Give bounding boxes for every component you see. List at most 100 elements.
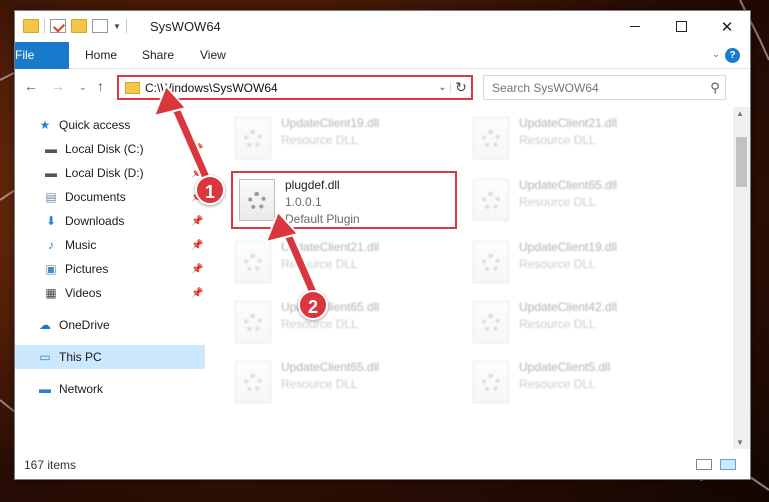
dll-file-icon — [239, 179, 275, 221]
new-folder-icon[interactable] — [71, 19, 87, 33]
file-item[interactable]: UpdateClient19.dll Resource DLL — [229, 111, 449, 167]
dll-file-icon — [235, 301, 271, 343]
file-name: UpdateClient19.dll — [519, 240, 618, 254]
file-description: Resource DLL — [519, 377, 596, 391]
sidebar-item-label: Network — [59, 382, 104, 396]
tab-home[interactable]: Home — [71, 42, 131, 69]
sidebar-item-label: Videos — [65, 286, 102, 300]
file-item[interactable]: UpdateClient21.dll Resource DLL — [229, 235, 449, 291]
separator — [125, 19, 127, 33]
file-description: Default Plugin — [285, 212, 360, 226]
file-item[interactable]: UpdateClient21.dll Resource DLL — [467, 111, 687, 167]
drive-icon: ▬ — [45, 166, 57, 180]
dll-file-icon — [473, 301, 509, 343]
dll-file-icon — [235, 361, 271, 403]
navigation-bar: ← → ⌄ ↑ C:\Windows\SysWOW64 ⌄ ↻ ⚲ — [15, 69, 750, 105]
documents-icon: ▤ — [45, 190, 57, 204]
tab-view[interactable]: View — [186, 42, 240, 69]
tab-share[interactable]: Share — [128, 42, 188, 69]
sidebar-item-network[interactable]: ▬ Network — [15, 377, 205, 401]
file-item[interactable]: UpdateClient5.dll Resource DLL — [467, 355, 687, 411]
sidebar-item-quick-access[interactable]: ★ Quick access — [15, 113, 205, 137]
file-name: UpdateClient21.dll — [281, 240, 380, 254]
dll-file-icon — [473, 179, 509, 221]
pin-icon: 📌 — [191, 239, 204, 251]
file-description: Resource DLL — [519, 133, 596, 147]
file-name: UpdateClient21.dll — [519, 116, 618, 130]
file-name: UpdateClient65.dll — [281, 300, 380, 314]
sidebar-item-videos[interactable]: ▦ Videos 📌 — [15, 281, 205, 305]
drive-icon: ▬ — [45, 142, 57, 156]
sidebar-item-local-disk-d[interactable]: ▬ Local Disk (D:) 📌 — [15, 161, 205, 185]
back-arrow-icon[interactable]: ← — [24, 78, 38, 94]
scroll-down-icon[interactable]: ▼ — [736, 438, 744, 447]
details-view-icon[interactable] — [696, 459, 712, 470]
dll-file-icon — [473, 117, 509, 159]
file-name: UpdateClient65.dll — [519, 178, 618, 192]
file-description: Resource DLL — [519, 257, 596, 271]
file-item[interactable]: UpdateClient65.dll Resource DLL — [229, 295, 449, 351]
dll-file-icon — [235, 241, 271, 283]
pin-icon: 📌 — [191, 143, 204, 155]
file-description: Resource DLL — [519, 317, 596, 331]
sidebar-item-label: OneDrive — [59, 318, 110, 332]
minimize-button[interactable] — [612, 11, 658, 42]
computer-icon: ▭ — [39, 350, 51, 364]
window-title: SysWOW64 — [150, 19, 221, 34]
dll-file-icon — [235, 117, 271, 159]
sidebar-item-downloads[interactable]: ⬇ Downloads 📌 — [15, 209, 205, 233]
large-icons-view-icon[interactable] — [720, 459, 736, 470]
sidebar-item-label: Documents — [65, 190, 126, 204]
properties-icon[interactable] — [50, 19, 66, 33]
file-version: 1.0.0.1 — [285, 195, 322, 209]
forward-arrow-icon[interactable]: → — [51, 78, 65, 94]
file-name: UpdateClient5.dll — [519, 360, 611, 374]
search-icon: ⚲ — [710, 79, 720, 95]
scroll-up-icon[interactable]: ▲ — [736, 109, 744, 118]
sidebar-item-pictures[interactable]: ▣ Pictures 📌 — [15, 257, 205, 281]
dll-file-icon — [473, 361, 509, 403]
network-icon: ▬ — [39, 382, 51, 396]
close-button[interactable]: ✕ — [704, 11, 750, 42]
chevron-down-icon[interactable]: ⌄ — [435, 82, 451, 93]
recent-locations-icon[interactable]: ⌄ — [79, 82, 87, 93]
sidebar-item-local-disk-c[interactable]: ▬ Local Disk (C:) 📌 — [15, 137, 205, 161]
file-item[interactable]: UpdateClient19.dll Resource DLL — [467, 235, 687, 291]
file-name: UpdateClient42.dll — [519, 300, 618, 314]
address-path[interactable]: C:\Windows\SysWOW64 — [145, 81, 435, 95]
star-icon: ★ — [39, 118, 51, 132]
folder-icon — [125, 81, 140, 94]
sidebar-item-documents[interactable]: ▤ Documents 📌 — [15, 185, 205, 209]
ribbon: File Home Share View ⌄ ? — [15, 42, 750, 98]
step-1-badge: 1 — [195, 175, 225, 205]
file-description: Resource DLL — [281, 317, 358, 331]
vertical-scrollbar[interactable]: ▲ ▼ — [733, 107, 750, 449]
pin-icon: 📌 — [191, 215, 204, 227]
file-item[interactable]: UpdateClient65.dll Resource DLL — [229, 355, 449, 411]
expand-ribbon-icon[interactable]: ⌄ — [712, 49, 720, 60]
file-name: plugdef.dll — [285, 178, 340, 192]
search-box[interactable]: ⚲ — [483, 75, 726, 100]
maximize-button[interactable] — [658, 11, 704, 42]
refresh-icon[interactable]: ↻ — [451, 79, 471, 96]
file-item[interactable]: UpdateClient42.dll Resource DLL — [467, 295, 687, 351]
sidebar-item-onedrive[interactable]: ☁ OneDrive — [15, 313, 205, 337]
dll-file-icon — [473, 241, 509, 283]
up-arrow-icon[interactable]: ↑ — [97, 78, 104, 94]
help-icon[interactable]: ? — [725, 48, 740, 63]
sidebar-item-music[interactable]: ♪ Music 📌 — [15, 233, 205, 257]
rename-icon[interactable] — [92, 19, 108, 33]
sidebar-item-label: Pictures — [65, 262, 109, 276]
search-input[interactable] — [484, 80, 705, 95]
file-description: Resource DLL — [281, 133, 358, 147]
item-count: 167 items — [24, 458, 77, 472]
file-list: UpdateClient19.dll Resource DLL plugdef.… — [219, 107, 722, 449]
scrollbar-thumb[interactable] — [736, 137, 747, 187]
chevron-down-icon[interactable]: ▼ — [113, 22, 121, 31]
file-description: Resource DLL — [519, 195, 596, 209]
address-bar[interactable]: C:\Windows\SysWOW64 ⌄ ↻ — [117, 75, 473, 100]
pictures-icon: ▣ — [45, 262, 57, 276]
sidebar-item-this-pc[interactable]: ▭ This PC — [15, 345, 205, 369]
file-item[interactable]: UpdateClient65.dll Resource DLL — [467, 173, 687, 229]
file-item-highlighted[interactable]: plugdef.dll 1.0.0.1 Default Plugin — [231, 171, 457, 229]
